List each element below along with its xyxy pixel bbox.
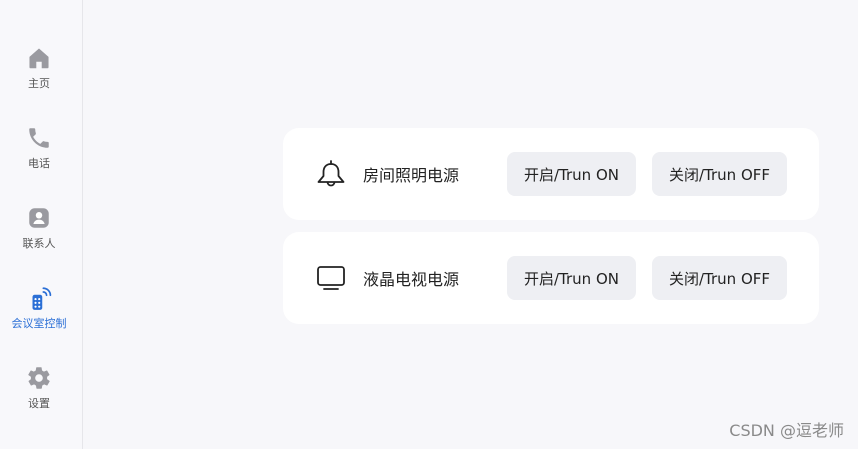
- sidebar: 主页 电话 联系人 会议室控制 设置: [0, 0, 83, 449]
- sidebar-item-settings[interactable]: 设置: [0, 365, 78, 429]
- sidebar-item-label: 联系人: [22, 237, 56, 250]
- tv-icon: [317, 266, 345, 290]
- turn-off-button[interactable]: 关闭/Trun OFF: [652, 256, 787, 300]
- sidebar-item-label: 会议室控制: [11, 317, 67, 330]
- sidebar-item-phone[interactable]: 电话: [0, 125, 78, 189]
- turn-on-button[interactable]: 开启/Trun ON: [507, 256, 636, 300]
- lamp-icon: [317, 160, 345, 187]
- sidebar-item-contacts[interactable]: 联系人: [0, 205, 78, 269]
- sidebar-item-label: 电话: [28, 157, 50, 170]
- device-name: 液晶电视电源: [363, 270, 460, 289]
- home-icon: [29, 48, 49, 69]
- turn-on-button[interactable]: 开启/Trun ON: [507, 152, 636, 196]
- sidebar-item-label: 设置: [28, 397, 50, 410]
- device-name: 房间照明电源: [363, 166, 460, 185]
- sidebar-item-meeting-room-control[interactable]: 会议室控制: [0, 285, 78, 349]
- watermark: CSDN @逗老师: [729, 421, 844, 440]
- turn-off-button[interactable]: 关闭/Trun OFF: [652, 152, 787, 196]
- sidebar-item-home[interactable]: 主页: [0, 45, 78, 109]
- sidebar-item-label: 主页: [28, 77, 50, 90]
- phone-icon: [29, 128, 49, 148]
- contacts-icon: [29, 208, 49, 228]
- settings-icon: [28, 367, 50, 389]
- device-card-room-lighting: 房间照明电源 开启/Trun ON 关闭/Trun OFF: [283, 128, 819, 220]
- remote-control-icon: [32, 287, 52, 310]
- device-card-lcd-tv: 液晶电视电源 开启/Trun ON 关闭/Trun OFF: [283, 232, 819, 324]
